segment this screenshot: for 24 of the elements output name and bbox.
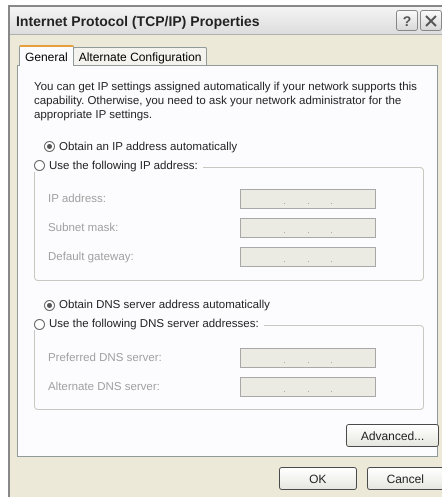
ip-address-field[interactable] — [240, 247, 376, 267]
tab[interactable]: General — [19, 45, 74, 66]
radio-icon[interactable] — [34, 318, 45, 330]
field-label: IP address: — [48, 193, 107, 205]
radio-icon[interactable] — [44, 141, 55, 152]
ip-address-field[interactable] — [240, 348, 376, 368]
radio-icon[interactable] — [44, 300, 55, 310]
field-label: Subnet mask: — [48, 222, 120, 234]
window-title: Internet Protocol (TCP/IP) Properties — [16, 12, 260, 28]
dialog-button[interactable]: Cancel — [366, 467, 442, 490]
field-label: Default gateway: — [48, 251, 135, 263]
ip-address-field[interactable] — [240, 218, 376, 238]
dialog-button[interactable]: OK — [279, 467, 356, 490]
ip-address-field[interactable] — [240, 376, 376, 396]
help-button[interactable]: ? — [396, 10, 418, 31]
tab[interactable]: Alternate Configuration — [72, 47, 208, 65]
description-text: You can get IP settings assigned automatically if your network supports this capability. Otherwise, you need to ask your network administrator for the appropriate IP settings. — [34, 80, 418, 122]
field-label: Alternate DNS server: — [48, 380, 161, 392]
field-label: Preferred DNS server: — [48, 352, 163, 364]
ip-address-field[interactable] — [240, 189, 376, 209]
advanced-button[interactable]: Advanced... — [346, 424, 439, 447]
close-button[interactable] — [420, 10, 442, 31]
radio-icon[interactable] — [34, 160, 45, 171]
close-icon — [424, 14, 438, 28]
